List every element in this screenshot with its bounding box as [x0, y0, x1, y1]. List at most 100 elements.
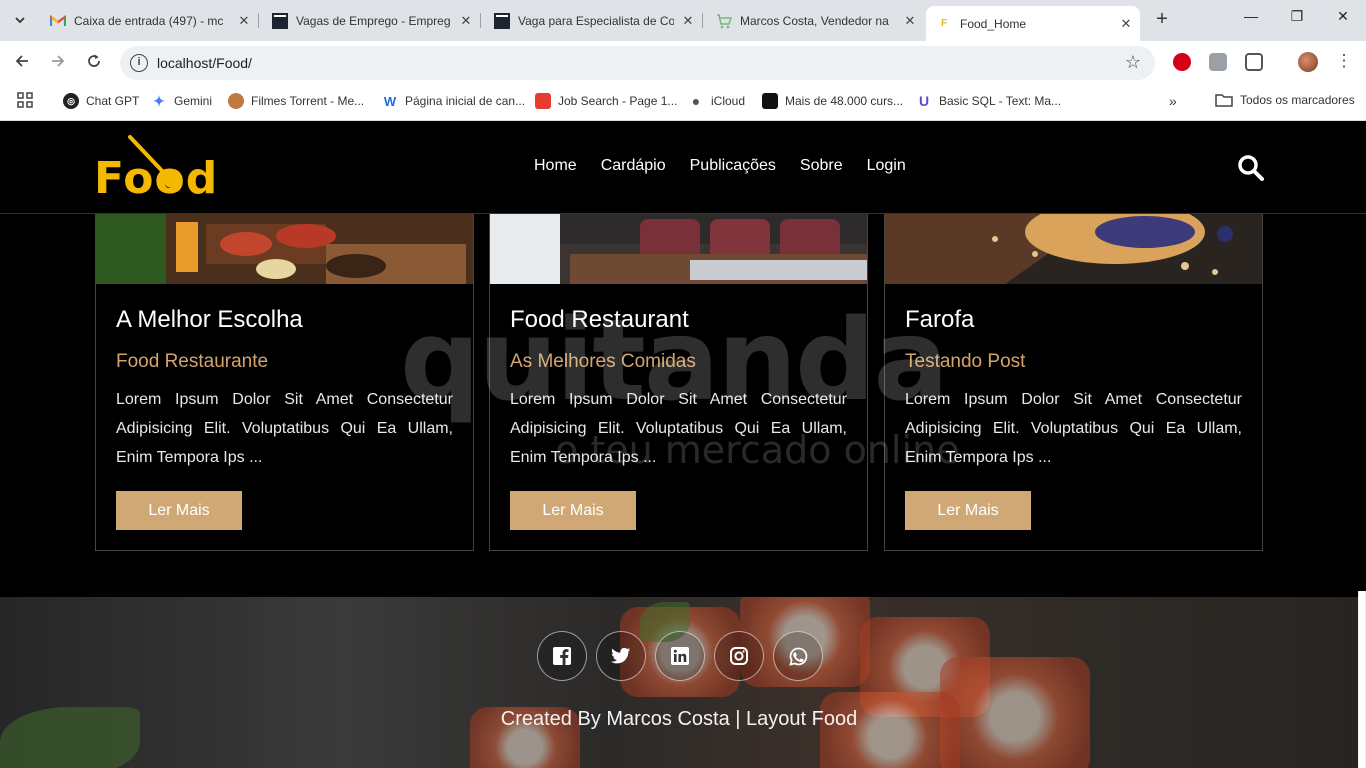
post-card: A Melhor Escolha Food Restaurante Lorem … — [95, 214, 474, 551]
course-icon — [762, 93, 778, 109]
bookmark-label: Mais de 48.000 curs... — [785, 94, 904, 108]
close-icon[interactable]: ✕ — [902, 13, 918, 29]
gemini-icon: ✦ — [153, 92, 165, 109]
info-icon[interactable]: i — [130, 54, 148, 72]
whatsapp-icon[interactable] — [773, 631, 823, 681]
job-search-icon — [535, 93, 551, 109]
read-more-button[interactable]: Ler Mais — [905, 491, 1031, 530]
post-excerpt: Lorem Ipsum Dolor Sit Amet Consectetur A… — [510, 391, 847, 466]
post-card: Farofa Testando Post Lorem Ipsum Dolor S… — [884, 214, 1263, 551]
puzzle-icon[interactable] — [1245, 53, 1263, 71]
browser-tab-active[interactable]: F Food_Home ✕ — [926, 6, 1140, 41]
url-text[interactable]: localhost/Food/ — [157, 55, 252, 71]
post-image — [490, 214, 867, 284]
bookmark-label: Página inicial de can... — [405, 94, 526, 108]
nav-login[interactable]: Login — [867, 157, 906, 175]
reload-button[interactable] — [83, 53, 105, 74]
post-title: A Melhor Escolha — [116, 306, 303, 333]
avatar[interactable] — [1298, 52, 1318, 72]
nav-cardapio[interactable]: Cardápio — [601, 157, 666, 175]
bookmark-item[interactable]: ● iCloud — [688, 93, 745, 109]
tab-title: Vagas de Emprego - Empreg — [296, 13, 451, 28]
all-bookmarks-folder[interactable]: Todos os marcadores — [1215, 93, 1355, 107]
new-tab-button[interactable]: + — [1152, 8, 1172, 31]
tab-title: Food_Home — [960, 16, 1027, 31]
web-page: Food Home Cardápio Publicações Sobre Log… — [0, 121, 1366, 768]
restore-button[interactable]: ❐ — [1274, 8, 1320, 25]
site-footer: Created By Marcos Costa | Layout Food — [0, 597, 1366, 768]
more-bookmarks-icon[interactable]: » — [1169, 93, 1177, 109]
tab-title: Caixa de entrada (497) - mc — [74, 13, 224, 28]
post-subtitle: Food Restaurante — [116, 351, 269, 372]
job-icon — [272, 12, 288, 29]
linkedin-icon[interactable] — [655, 631, 705, 681]
extension-icon[interactable] — [1173, 53, 1191, 71]
post-body: Food Restaurant As Melhores Comidas Lore… — [510, 306, 847, 472]
arrow-right-icon — [52, 55, 65, 67]
post-title: Farofa — [905, 306, 975, 333]
bookmark-item[interactable]: Mais de 48.000 curs... — [762, 93, 903, 109]
bookmark-item[interactable]: Filmes Torrent - Me... — [228, 93, 364, 109]
footer-credit: Created By Marcos Costa | Layout Food — [500, 708, 858, 730]
close-icon[interactable]: ✕ — [680, 13, 696, 29]
browser-tab[interactable]: Vaga para Especialista de Co ✕ — [484, 8, 703, 33]
bookmark-label: Job Search - Page 1... — [558, 94, 678, 108]
more-menu-icon[interactable]: ⋮ — [1333, 51, 1355, 71]
close-icon[interactable]: ✕ — [1118, 16, 1134, 32]
minimize-button[interactable]: — — [1228, 8, 1274, 24]
twitter-icon[interactable] — [596, 631, 646, 681]
nav-sobre[interactable]: Sobre — [800, 157, 843, 175]
tab-search-button[interactable] — [8, 8, 32, 32]
nav-home[interactable]: Home — [534, 157, 577, 175]
extension-icon[interactable] — [1209, 53, 1227, 71]
back-button[interactable] — [11, 53, 33, 74]
food-icon: F — [940, 18, 948, 29]
main-nav: Home Cardápio Publicações Sobre Login — [534, 157, 906, 175]
bookmark-label: iCloud — [711, 94, 746, 108]
browser-tab[interactable]: Vagas de Emprego - Empreg ✕ — [262, 8, 481, 33]
star-icon[interactable]: ☆ — [1125, 52, 1141, 73]
site-header: Food Home Cardápio Publicações Sobre Log… — [0, 121, 1366, 214]
close-window-button[interactable]: ✕ — [1320, 8, 1366, 25]
arrow-left-icon — [15, 55, 28, 67]
film-icon — [228, 93, 244, 109]
address-bar[interactable]: i localhost/Food/ ☆ — [120, 46, 1155, 80]
apps-icon[interactable] — [17, 92, 33, 108]
bookmark-item[interactable]: ◎ Chat GPT — [63, 93, 139, 109]
udacity-icon: U — [918, 93, 930, 109]
post-title: Food Restaurant — [510, 306, 689, 333]
read-more-button[interactable]: Ler Mais — [510, 491, 636, 530]
post-image — [885, 214, 1262, 284]
forward-button[interactable] — [47, 53, 69, 74]
post-card: Food Restaurant As Melhores Comidas Lore… — [489, 214, 868, 551]
site-logo[interactable]: Food — [94, 135, 220, 204]
social-links — [537, 631, 823, 681]
bookmark-item[interactable]: Job Search - Page 1... — [535, 93, 677, 109]
browser-tab[interactable]: Caixa de entrada (497) - mc ✕ — [40, 8, 259, 33]
browser-tab[interactable]: Marcos Costa, Vendedor na ✕ — [706, 8, 924, 33]
gmail-icon — [50, 13, 66, 29]
search-icon[interactable] — [1237, 154, 1265, 187]
tab-title: Vaga para Especialista de Co — [518, 13, 674, 28]
cart-icon — [716, 13, 732, 29]
post-subtitle: As Melhores Comidas — [510, 351, 696, 372]
bookmark-item[interactable]: W Página inicial de can... — [382, 93, 525, 109]
chevron-down-icon — [15, 17, 25, 24]
facebook-icon[interactable] — [537, 631, 587, 681]
instagram-icon[interactable] — [714, 631, 764, 681]
nav-publicacoes[interactable]: Publicações — [690, 157, 776, 175]
bookmark-item[interactable]: ✦ Gemini — [151, 93, 212, 109]
bookmark-label: Filmes Torrent - Me... — [251, 94, 365, 108]
scrollbar[interactable] — [1358, 591, 1366, 768]
read-more-button[interactable]: Ler Mais — [116, 491, 242, 530]
scrollbar-thumb[interactable] — [1359, 591, 1365, 768]
bookmark-label: Chat GPT — [86, 94, 140, 108]
post-image — [96, 214, 473, 284]
bookmark-item[interactable]: U Basic SQL - Text: Ma... — [916, 93, 1061, 109]
post-body: Farofa Testando Post Lorem Ipsum Dolor S… — [905, 306, 1242, 472]
posts-grid: A Melhor Escolha Food Restaurante Lorem … — [95, 214, 1263, 551]
close-icon[interactable]: ✕ — [236, 13, 252, 29]
close-icon[interactable]: ✕ — [458, 13, 474, 29]
browser-toolbar: i localhost/Food/ ☆ ⋮ — [0, 41, 1366, 85]
bookmark-label: Basic SQL - Text: Ma... — [939, 94, 1062, 108]
